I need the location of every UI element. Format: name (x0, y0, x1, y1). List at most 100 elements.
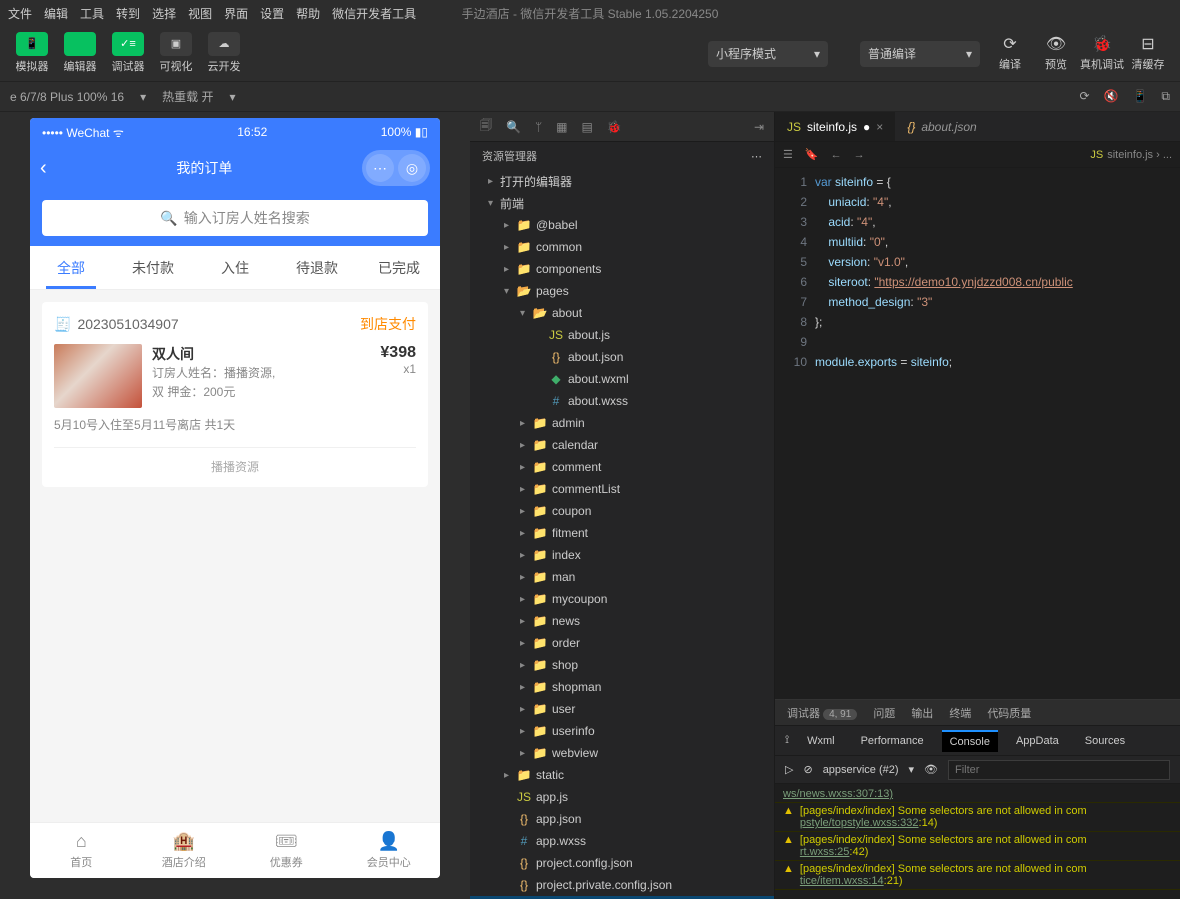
detach-icon[interactable]: ⧉ (1161, 89, 1170, 104)
dbg-tab-代码质量[interactable]: 代码质量 (987, 705, 1031, 721)
menu-界面[interactable]: 界面 (224, 7, 248, 21)
tree-pages[interactable]: ▾📂pages (470, 280, 774, 302)
panel-tab-Sources[interactable]: Sources (1077, 731, 1133, 751)
panel-tab-AppData[interactable]: AppData (1008, 731, 1067, 751)
console-warning[interactable]: ▲[pages/index/index] Some selectors are … (775, 803, 1180, 832)
tree-about[interactable]: ▾📂about (470, 302, 774, 324)
tree-user[interactable]: ▸📁user (470, 698, 774, 720)
menu-视图[interactable]: 视图 (188, 7, 212, 21)
tree-fitment[interactable]: ▸📁fitment (470, 522, 774, 544)
capsule-more-button[interactable]: ⋯ (366, 154, 394, 182)
device-label[interactable]: e 6/7/8 Plus 100% 16 (10, 90, 124, 104)
close-icon[interactable]: × (876, 120, 883, 134)
tree-comment[interactable]: ▸📁comment (470, 456, 774, 478)
back-button[interactable]: ‹ (40, 157, 47, 180)
inspect-icon[interactable]: ⟟ (785, 734, 789, 747)
tabbar-首页[interactable]: ⌂首页 (30, 823, 133, 878)
tree-components[interactable]: ▸📁components (470, 258, 774, 280)
branch-icon[interactable]: ᛘ (535, 120, 542, 134)
panel-tab-Wxml[interactable]: Wxml (799, 731, 843, 751)
tree-news[interactable]: ▸📁news (470, 610, 774, 632)
tree-project.private.config.json[interactable]: {}project.private.config.json (470, 874, 774, 896)
tree-about.wxss[interactable]: #about.wxss (470, 390, 774, 412)
tree-shop[interactable]: ▸📁shop (470, 654, 774, 676)
tree-@babel[interactable]: ▸📁@babel (470, 214, 774, 236)
tree-coupon[interactable]: ▸📁coupon (470, 500, 774, 522)
order-tab-未付款[interactable]: 未付款 (112, 246, 194, 289)
audio-off-icon[interactable]: 🔇 (1104, 89, 1119, 104)
toolbar-云开发[interactable]: ☁云开发 (202, 30, 246, 78)
toolbar-编辑器[interactable]: 编辑器 (58, 30, 102, 78)
toolbar-清缓存[interactable]: ⊟清缓存 (1126, 30, 1170, 78)
sidebar-toggle-icon[interactable]: ⇥ (754, 120, 764, 134)
tree-app.wxss[interactable]: #app.wxss (470, 830, 774, 852)
tree-order[interactable]: ▸📁order (470, 632, 774, 654)
nav-fwd-icon[interactable]: → (854, 149, 865, 161)
play-icon[interactable]: ▷ (785, 763, 793, 776)
order-tab-入住[interactable]: 入住 (194, 246, 276, 289)
tree-section-open-editors[interactable]: ▸打开的编辑器 (470, 170, 774, 192)
console-warning[interactable]: ▲[pages/index/index] Some selectors are … (775, 832, 1180, 861)
bookmark-icon[interactable]: 🔖 (805, 148, 819, 161)
toolbar-可视化[interactable]: ▣可视化 (154, 30, 198, 78)
tree-webview[interactable]: ▸📁webview (470, 742, 774, 764)
order-card[interactable]: 🧾2023051034907 到店支付 双人间 订房人姓名：播播资源, 双 押金… (42, 302, 428, 487)
panel-tab-Console[interactable]: Console (942, 730, 998, 752)
tree-about.wxml[interactable]: ◆about.wxml (470, 368, 774, 390)
dbg-tab-问题[interactable]: 问题 (873, 705, 895, 721)
toggle-panel-icon[interactable]: ☰ (783, 148, 793, 161)
nav-back-icon[interactable]: ← (831, 149, 842, 161)
editor-tab-about.json[interactable]: {}about.json (895, 112, 988, 141)
filter-input[interactable] (948, 760, 1170, 780)
tree-man[interactable]: ▸📁man (470, 566, 774, 588)
capsule-close-button[interactable]: ◎ (398, 154, 426, 182)
tree-app.js[interactable]: JSapp.js (470, 786, 774, 808)
menu-转到[interactable]: 转到 (116, 7, 140, 21)
tree-project.config.json[interactable]: {}project.config.json (470, 852, 774, 874)
tree-userinfo[interactable]: ▸📁userinfo (470, 720, 774, 742)
refresh-icon[interactable]: ⟳ (1079, 89, 1089, 104)
tree-calendar[interactable]: ▸📁calendar (470, 434, 774, 456)
tabbar-酒店介绍[interactable]: 🏨酒店介绍 (133, 823, 236, 878)
tree-shopman[interactable]: ▸📁shopman (470, 676, 774, 698)
tree-common[interactable]: ▸📁common (470, 236, 774, 258)
menu-文件[interactable]: 文件 (8, 7, 32, 21)
toolbar-编译[interactable]: ⟳编译 (988, 30, 1032, 78)
clear-icon[interactable]: ⊘ (803, 763, 812, 776)
mode-select[interactable]: 小程序模式▾ (708, 41, 828, 67)
order-tab-待退款[interactable]: 待退款 (276, 246, 358, 289)
toolbar-真机调试[interactable]: 🐞真机调试 (1080, 30, 1124, 78)
order-tab-全部[interactable]: 全部 (30, 246, 112, 289)
files-icon[interactable]: 🗐 (480, 116, 492, 137)
tabbar-会员中心[interactable]: 👤会员中心 (338, 823, 441, 878)
console-output[interactable]: ws/news.wxss:307:13)▲[pages/index/index]… (775, 784, 1180, 899)
grid-icon[interactable]: ▦ (556, 120, 567, 134)
tree-static[interactable]: ▸📁static (470, 764, 774, 786)
tree-index[interactable]: ▸📁index (470, 544, 774, 566)
menu-工具[interactable]: 工具 (80, 7, 104, 21)
tree-section-root[interactable]: ▾前端 (470, 192, 774, 214)
panel-tab-Performance[interactable]: Performance (853, 731, 932, 751)
tree-about.js[interactable]: JSabout.js (470, 324, 774, 346)
search-input[interactable]: 🔍 输入订房人姓名搜索 (42, 200, 428, 236)
menu-帮助[interactable]: 帮助 (296, 7, 320, 21)
tree-about.json[interactable]: {}about.json (470, 346, 774, 368)
tree-mycoupon[interactable]: ▸📁mycoupon (470, 588, 774, 610)
panel-icon[interactable]: ▤ (582, 120, 593, 134)
editor-tab-siteinfo.js[interactable]: JSsiteinfo.js●× (775, 112, 895, 141)
more-icon[interactable]: ⋯ (751, 150, 762, 163)
menu-选择[interactable]: 选择 (152, 7, 176, 21)
context-select[interactable]: appservice (#2) (823, 764, 899, 776)
dbg-tab-终端[interactable]: 终端 (949, 705, 971, 721)
device-icon[interactable]: 📱 (1132, 89, 1147, 104)
menu-设置[interactable]: 设置 (260, 7, 284, 21)
toolbar-调试器[interactable]: ✓≡调试器 (106, 30, 150, 78)
dbg-tab-输出[interactable]: 输出 (911, 705, 933, 721)
hotreload-label[interactable]: 热重载 开 (162, 88, 213, 105)
dbg-tab-调试器[interactable]: 调试器 4, 91 (787, 705, 857, 721)
tree-commentList[interactable]: ▸📁commentList (470, 478, 774, 500)
toolbar-模拟器[interactable]: 📱模拟器 (10, 30, 54, 78)
tabbar-优惠券[interactable]: 🎟优惠券 (235, 823, 338, 878)
order-tab-已完成[interactable]: 已完成 (358, 246, 440, 289)
console-warning[interactable]: ▲[pages/index/index] Some selectors are … (775, 861, 1180, 890)
